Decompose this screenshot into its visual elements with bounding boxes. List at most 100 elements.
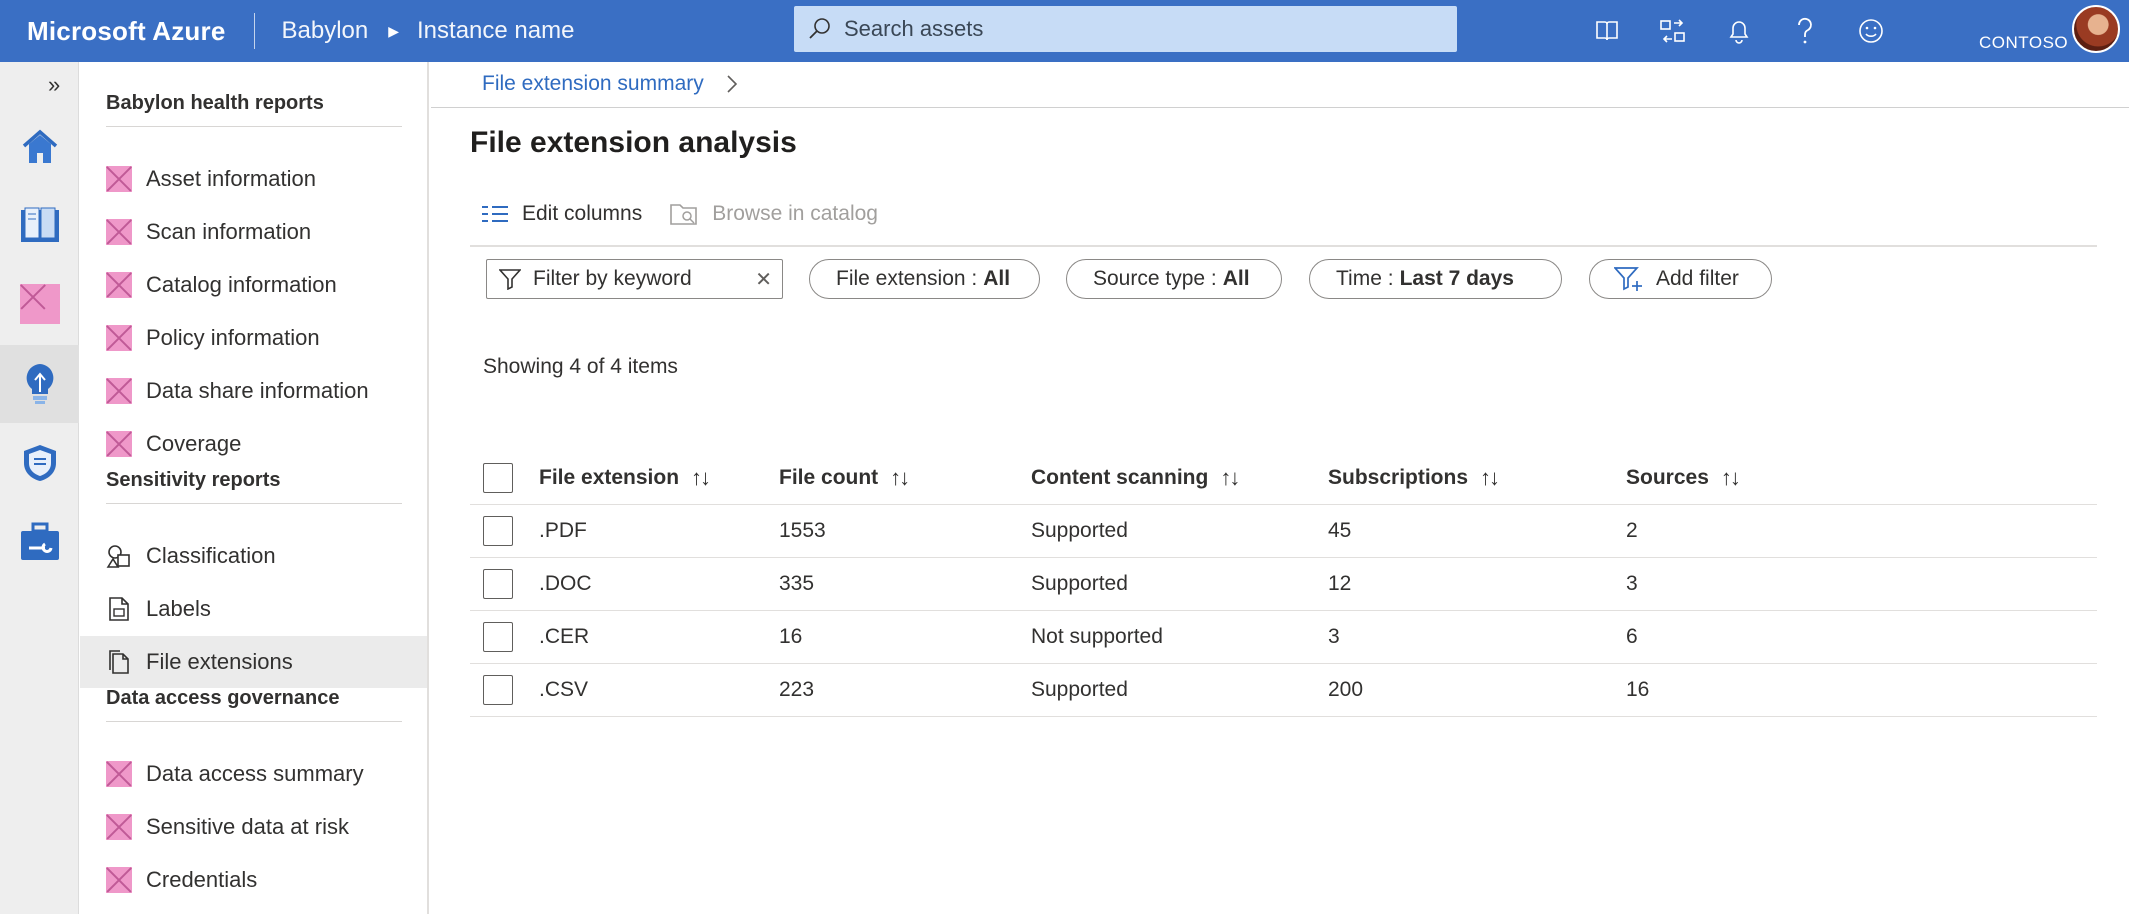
section-data-access-governance: Data access governance [106, 687, 340, 709]
breadcrumb: File extension summary [482, 72, 738, 96]
column-title: Subscriptions [1328, 466, 1469, 489]
placeholder-icon [106, 219, 132, 245]
header-divider [253, 13, 255, 49]
add-filter-label: Add filter [1656, 267, 1739, 290]
nav-item-label: Coverage [146, 431, 242, 456]
filter-value: Last 7 days [1399, 267, 1514, 290]
nav-item-asset-information[interactable]: Asset information [80, 153, 427, 205]
nav-item-classification[interactable]: Classification [80, 530, 427, 582]
placeholder-icon [106, 761, 132, 787]
add-filter-button[interactable]: Add filter [1589, 259, 1772, 299]
nav-item-file-extensions[interactable]: File extensions [80, 636, 427, 688]
add-filter-icon [1614, 267, 1642, 291]
nav-item-label: Policy information [146, 325, 320, 350]
select-all-checkbox[interactable] [483, 463, 513, 493]
help-icon[interactable] [1772, 9, 1838, 53]
table-header: File extension ↑↓ File count ↑↓ Content sc… [470, 452, 2097, 505]
search-input[interactable] [844, 16, 1404, 42]
column-header-file-count[interactable]: File count ↑↓ [779, 452, 910, 504]
nav-item-labels[interactable]: Labels [80, 583, 427, 635]
row-checkbox[interactable] [483, 569, 513, 599]
nav-item-label: Scan information [146, 219, 312, 244]
cell-file-extension: .PDF [539, 519, 587, 542]
file-extension-filter[interactable]: File extension : All [809, 259, 1040, 299]
insights-icon[interactable] [0, 345, 79, 423]
switch-icon[interactable] [1640, 9, 1706, 53]
user-avatar[interactable] [2072, 5, 2120, 53]
column-title: Content scanning [1031, 466, 1209, 489]
catalog-icon[interactable] [0, 186, 79, 264]
cell-subscriptions: 45 [1328, 519, 1352, 542]
nav-item-credentials[interactable]: Credentials [80, 854, 427, 906]
cell-file-count: 1553 [779, 519, 826, 542]
nav-item-label: Credentials [146, 867, 258, 892]
expand-icon[interactable]: » [48, 72, 60, 98]
column-header-content-scanning[interactable]: Content scanning ↑↓ [1031, 452, 1240, 504]
table-row[interactable]: .DOC 335 Supported 12 3 [470, 558, 2097, 611]
sort-icon: ↑↓ [1220, 465, 1240, 490]
cell-content-scanning: Not supported [1031, 625, 1163, 648]
breadcrumb-link[interactable]: File extension summary [482, 72, 704, 96]
nav-item-catalog-information[interactable]: Catalog information [80, 259, 427, 311]
edit-columns-button[interactable]: Edit columns [482, 202, 642, 226]
row-checkbox[interactable] [483, 516, 513, 546]
nav-item-scan-information[interactable]: Scan information [80, 206, 427, 258]
cell-file-extension: .CSV [539, 678, 589, 701]
cell-content-scanning: Supported [1031, 572, 1128, 595]
report-navigation: Babylon health reports Asset information… [80, 62, 429, 914]
cell-file-count: 335 [779, 572, 815, 595]
columns-icon [482, 206, 508, 222]
command-bar: Edit columns Browse in catalog [482, 202, 906, 226]
placeholder-icon[interactable] [0, 265, 79, 343]
book-icon[interactable] [1574, 9, 1640, 53]
top-bar: Microsoft Azure Babylon ▶ Instance name … [0, 0, 2129, 62]
nav-item-coverage[interactable]: Coverage [80, 418, 427, 470]
folder-search-icon [670, 204, 698, 225]
bell-icon[interactable] [1706, 9, 1772, 53]
cell-file-extension: .DOC [539, 572, 592, 595]
filter-icon [499, 269, 521, 290]
section-health-reports: Babylon health reports [106, 92, 324, 114]
nav-item-data-share-information[interactable]: Data share information [80, 365, 427, 417]
table-row[interactable]: .CSV 223 Supported 200 16 [470, 664, 2097, 717]
management-icon[interactable] [0, 503, 79, 581]
instance-crumb[interactable]: Instance name [417, 17, 574, 45]
browse-in-catalog-label: Browse in catalog [712, 202, 878, 225]
sort-icon: ↑↓ [1480, 465, 1500, 490]
smiley-icon[interactable] [1838, 9, 1904, 53]
search-box[interactable] [794, 6, 1457, 52]
section-divider [106, 721, 402, 722]
table-row[interactable]: .PDF 1553 Supported 45 2 [470, 505, 2097, 558]
classification-icon [106, 545, 130, 568]
chevron-right-icon [727, 75, 737, 93]
source-type-filter[interactable]: Source type : All [1066, 259, 1282, 299]
table-row[interactable]: .CER 16 Not supported 3 6 [470, 611, 2097, 664]
row-checkbox[interactable] [483, 622, 513, 652]
tenant-name: CONTOSO [1979, 33, 2069, 52]
cell-sources: 16 [1626, 678, 1650, 701]
column-title: Sources [1626, 466, 1709, 489]
nav-item-sensitive-data-at-risk[interactable]: Sensitive data at risk [80, 801, 427, 853]
row-checkbox[interactable] [483, 675, 513, 705]
cell-sources: 3 [1626, 572, 1638, 595]
placeholder-icon [106, 378, 132, 404]
policy-icon[interactable] [0, 424, 79, 502]
column-header-file-extension[interactable]: File extension ↑↓ [539, 452, 711, 504]
service-crumb[interactable]: Babylon [282, 17, 369, 45]
section-divider [106, 126, 402, 127]
column-header-sources[interactable]: Sources ↑↓ [1626, 452, 1741, 504]
placeholder-icon [106, 867, 132, 893]
home-icon[interactable] [0, 108, 79, 186]
filter-value: All [983, 267, 1011, 290]
column-title: File extension [539, 466, 680, 489]
toolbar-divider [470, 245, 2097, 247]
keyword-filter[interactable]: Filter by keyword ✕ [486, 259, 783, 299]
browse-in-catalog-button[interactable]: Browse in catalog [670, 202, 878, 226]
filter-label: Source type : [1093, 267, 1217, 290]
column-header-subscriptions[interactable]: Subscriptions ↑↓ [1328, 452, 1500, 504]
nav-item-policy-information[interactable]: Policy information [80, 312, 427, 364]
time-filter[interactable]: Time : Last 7 days [1309, 259, 1562, 299]
brand-name[interactable]: Microsoft Azure [27, 16, 226, 47]
nav-item-data-access-summary[interactable]: Data access summary [80, 748, 427, 800]
clear-icon[interactable]: ✕ [755, 267, 772, 292]
